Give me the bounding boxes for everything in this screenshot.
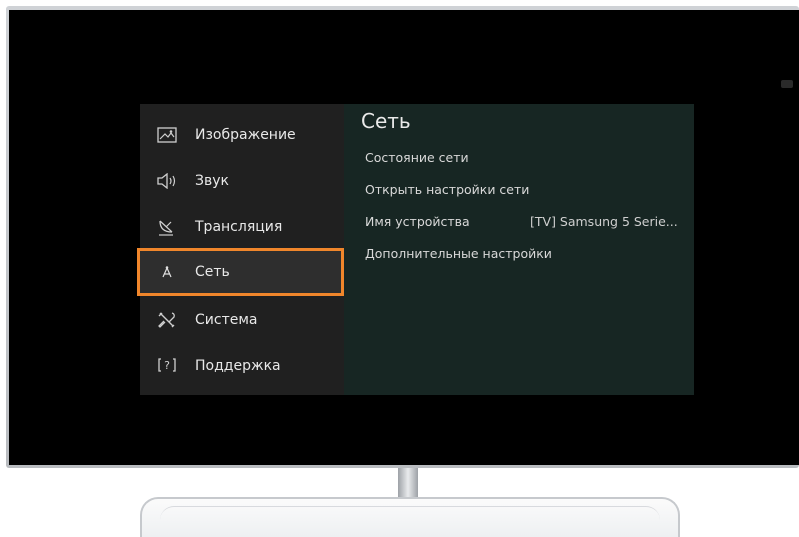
sidebar-item-label: Сеть xyxy=(195,264,230,280)
svg-text:?: ? xyxy=(164,359,170,372)
device-name-value: [TV] Samsung 5 Serie... xyxy=(530,214,678,229)
menu-item-open-network-settings[interactable]: Открыть настройки сети xyxy=(365,182,529,197)
settings-sidebar: Изображение Звук Трансляция Сеть Система xyxy=(137,104,344,395)
support-icon: ? xyxy=(155,356,179,376)
menu-item-label: Открыть настройки сети xyxy=(365,182,530,197)
speaker-icon xyxy=(155,171,179,191)
network-panel: Сеть Состояние сети Открыть настройки се… xyxy=(344,104,694,395)
sidebar-item-label: Поддержка xyxy=(195,358,281,374)
sidebar-item-label: Изображение xyxy=(195,127,296,143)
tv-screen: Изображение Звук Трансляция Сеть Система xyxy=(9,10,799,465)
menu-item-label: Дополнительные настройки xyxy=(365,246,552,261)
sidebar-item-support[interactable]: ? Поддержка xyxy=(140,344,344,388)
sidebar-item-label: Трансляция xyxy=(195,219,283,235)
sidebar-item-system[interactable]: Система xyxy=(140,298,344,342)
menu-item-label: Имя устройства xyxy=(365,214,470,229)
screen-reflection xyxy=(781,80,793,88)
sidebar-item-broadcast[interactable]: Трансляция xyxy=(140,205,344,249)
menu-item-device-name[interactable]: Имя устройства [TV] Samsung 5 Serie... xyxy=(365,214,678,229)
picture-icon xyxy=(155,125,179,145)
sidebar-item-label: Система xyxy=(195,312,258,328)
menu-item-label: Состояние сети xyxy=(365,150,469,165)
sidebar-item-picture[interactable]: Изображение xyxy=(140,113,344,157)
sidebar-item-sound[interactable]: Звук xyxy=(140,159,344,203)
menu-item-network-status[interactable]: Состояние сети xyxy=(365,150,469,165)
network-icon xyxy=(155,262,179,282)
tv-stand-base-edge xyxy=(160,506,660,537)
sidebar-item-label: Звук xyxy=(195,173,229,189)
sidebar-item-network[interactable]: Сеть xyxy=(137,248,344,296)
menu-item-advanced-settings[interactable]: Дополнительные настройки xyxy=(365,246,552,261)
satellite-dish-icon xyxy=(155,217,179,237)
tools-icon xyxy=(155,310,179,330)
panel-title: Сеть xyxy=(361,109,411,133)
